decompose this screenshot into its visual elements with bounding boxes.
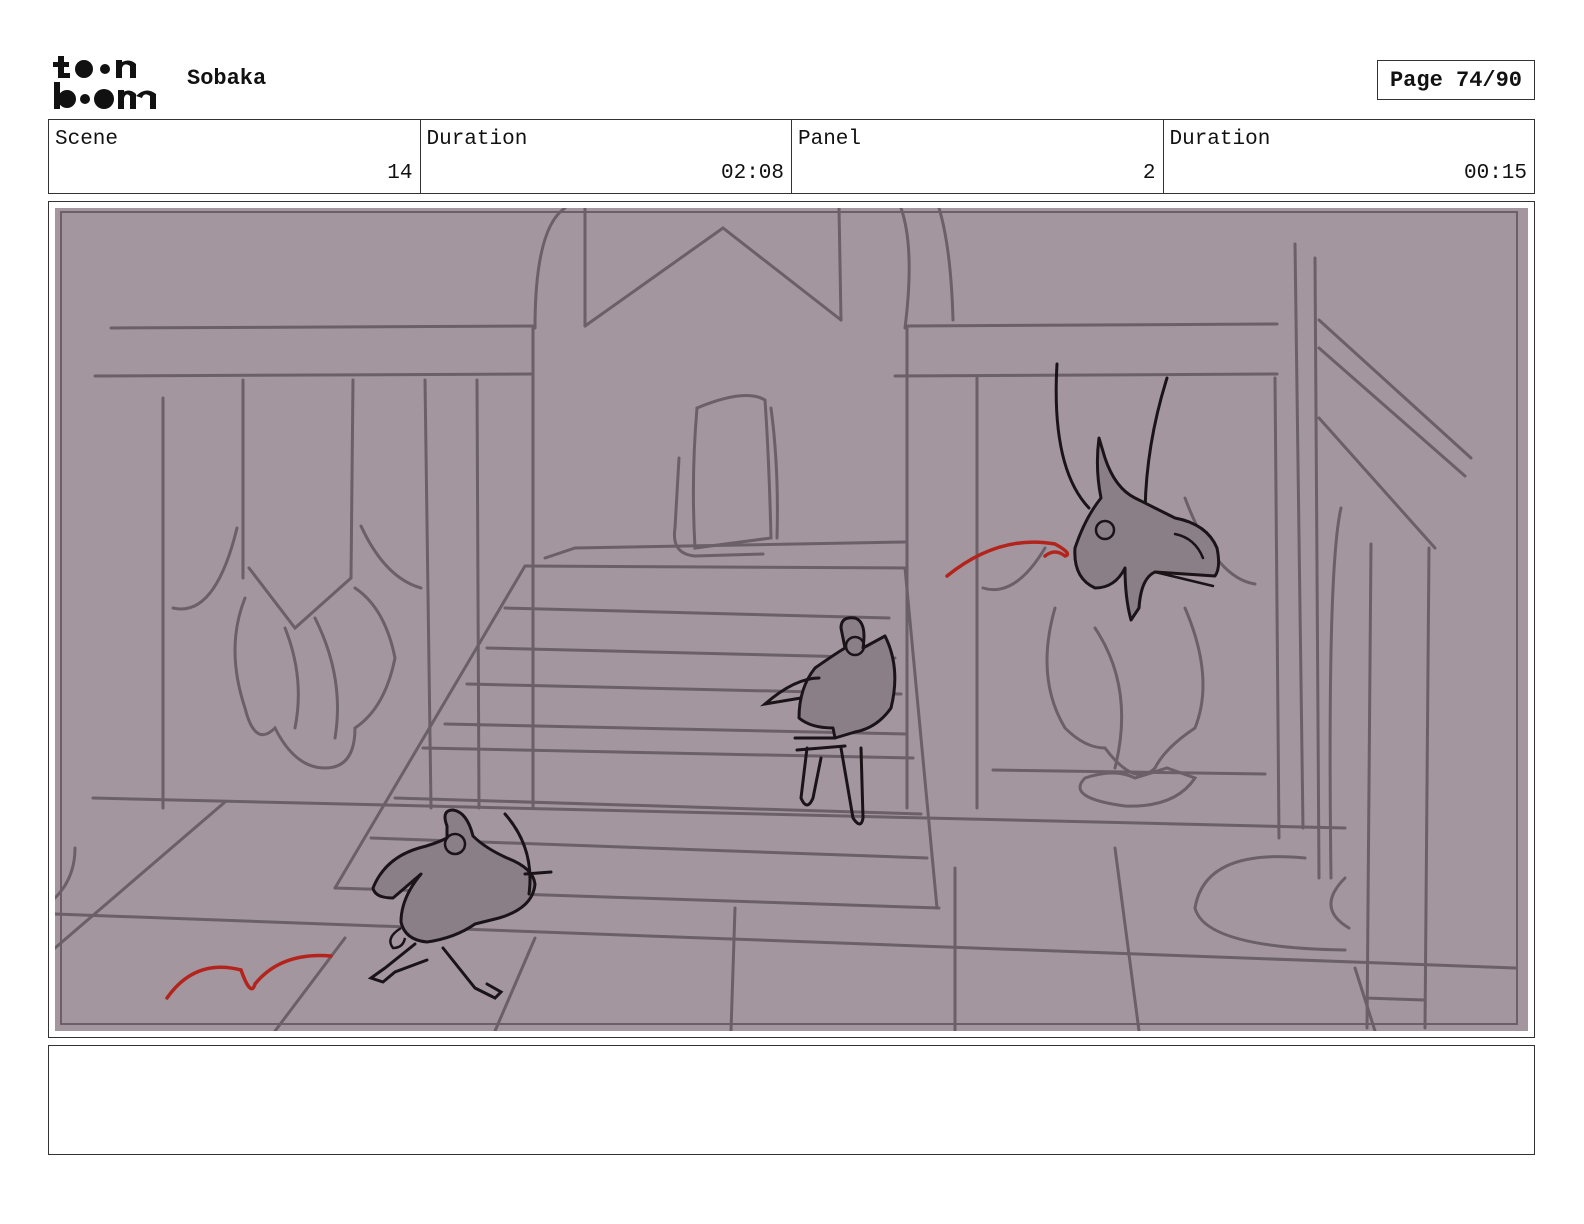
- scene-value: 14: [387, 162, 413, 185]
- panel-sketch: [55, 208, 1528, 1031]
- panel-notes: [48, 1045, 1535, 1155]
- page-indicator: Page 74/90: [1377, 60, 1535, 100]
- panel-duration-value: 00:15: [1463, 162, 1527, 185]
- panel-value: 2: [1142, 162, 1156, 185]
- panel-cell: Panel 2: [792, 120, 1164, 193]
- storyboard-panel: [48, 201, 1535, 1038]
- panel-info-row: Scene 14 Duration 02:08 Panel 2 Duration…: [48, 119, 1535, 194]
- panel-label: Panel: [798, 128, 862, 151]
- scene-duration-cell: Duration 02:08: [421, 120, 792, 193]
- scene-label: Scene: [55, 128, 119, 151]
- panel-duration-label: Duration: [1169, 128, 1271, 151]
- project-title: Sobaka: [187, 66, 267, 91]
- scene-cell: Scene 14: [49, 120, 421, 193]
- scene-duration-value: 02:08: [720, 162, 784, 185]
- panel-duration-cell: Duration 00:15: [1164, 120, 1535, 193]
- scene-duration-label: Duration: [426, 128, 528, 151]
- toon-boom-logo: [53, 56, 156, 109]
- panel-background: [55, 208, 1528, 1031]
